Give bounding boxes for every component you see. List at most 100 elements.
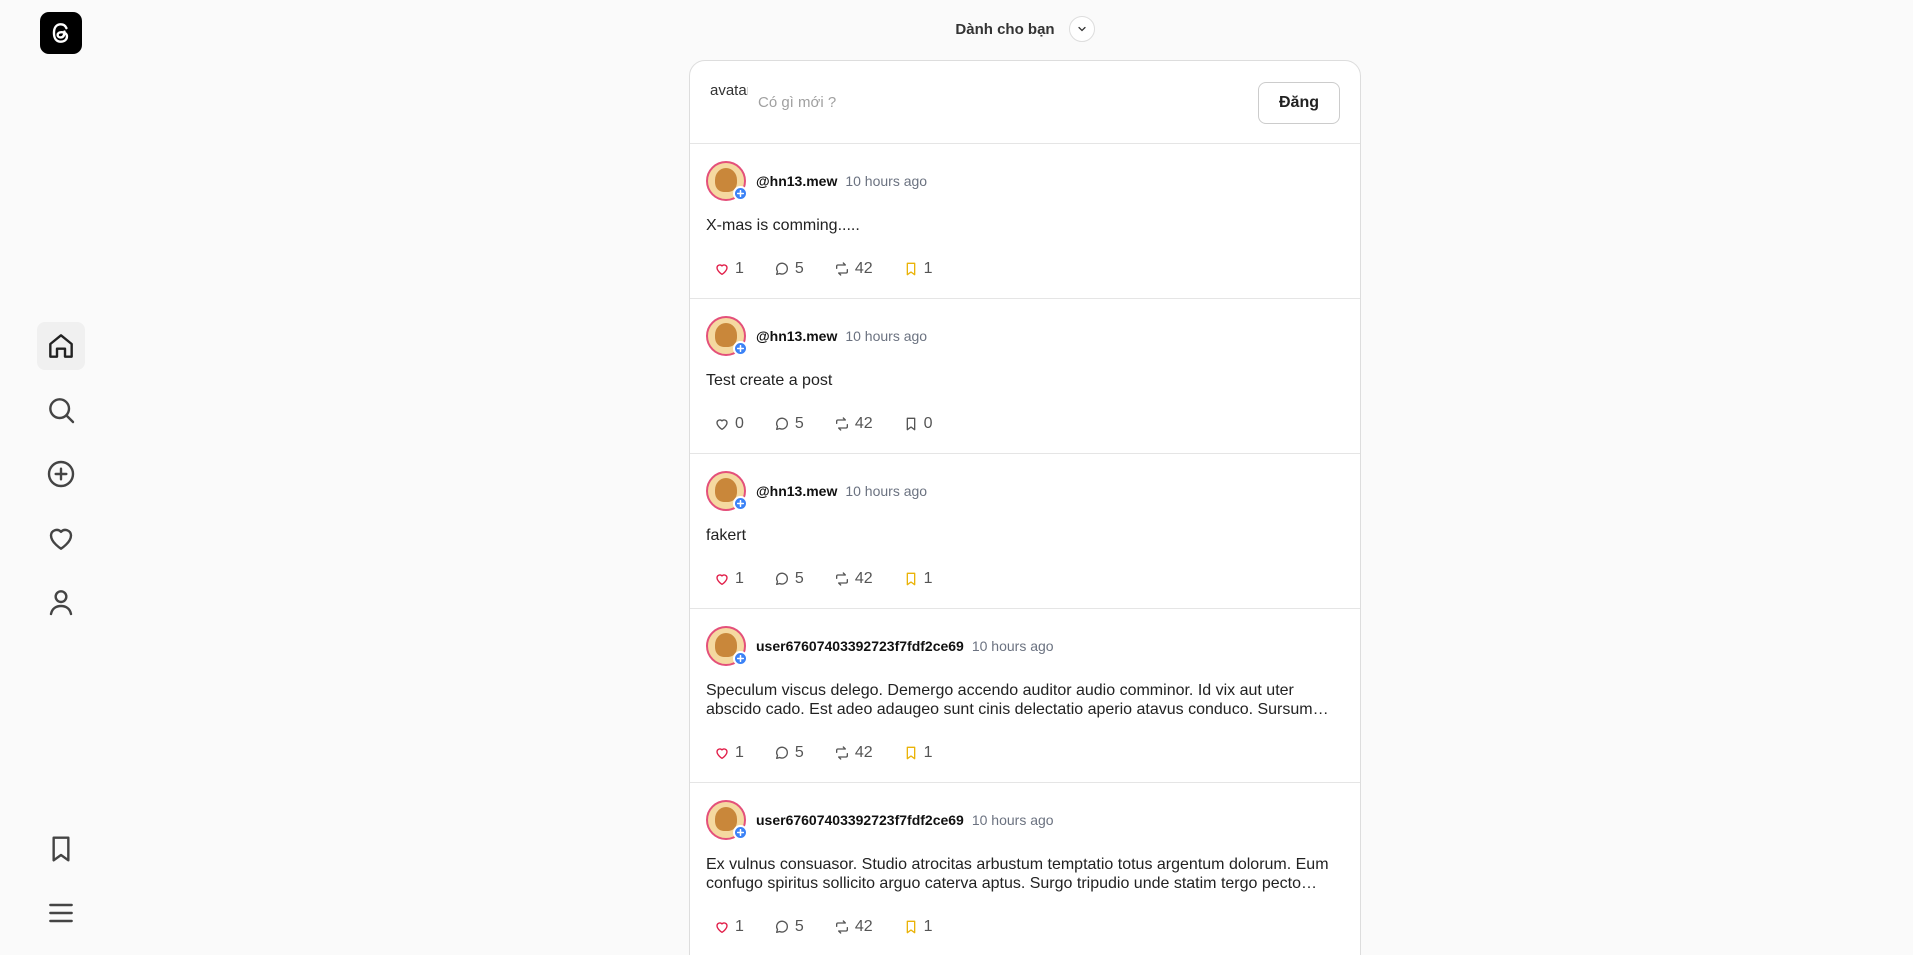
post-content: Speculum viscus delego. Demergo accendo … bbox=[706, 682, 1329, 718]
bookmark-icon bbox=[906, 920, 915, 934]
heart-icon bbox=[716, 574, 728, 585]
menu-icon bbox=[49, 903, 73, 923]
heart-icon bbox=[716, 922, 728, 933]
follow-badge-icon[interactable] bbox=[733, 824, 748, 840]
post-username[interactable]: @hn13.mew bbox=[756, 328, 837, 344]
save-button[interactable]: 1 bbox=[903, 260, 933, 278]
repost-button[interactable]: 42 bbox=[834, 570, 873, 588]
post-item[interactable]: user67607403392723f7fdf2ce69 10 hours ag… bbox=[690, 625, 1360, 783]
bookmark-icon bbox=[906, 417, 915, 431]
post-item[interactable]: @hn13.mew 10 hours ago X-mas is comming.… bbox=[690, 160, 1360, 299]
post-button[interactable]: Đăng bbox=[1258, 82, 1340, 124]
post-time: 10 hours ago bbox=[845, 172, 928, 189]
like-count: 1 bbox=[735, 744, 744, 761]
nav-menu[interactable] bbox=[37, 889, 85, 937]
like-button[interactable]: 1 bbox=[714, 260, 744, 278]
repost-button[interactable]: 42 bbox=[834, 918, 873, 936]
like-button[interactable]: 1 bbox=[714, 744, 744, 762]
like-count: 1 bbox=[735, 570, 744, 587]
like-button[interactable]: 1 bbox=[714, 570, 744, 588]
repost-icon bbox=[835, 746, 848, 760]
like-button[interactable]: 1 bbox=[714, 918, 744, 936]
bookmark-icon bbox=[906, 262, 915, 276]
post-content: X-mas is comming..... bbox=[706, 217, 860, 234]
comment-button[interactable]: 5 bbox=[774, 570, 804, 588]
feed-dropdown-button[interactable] bbox=[1068, 16, 1095, 42]
post-username[interactable]: @hn13.mew bbox=[756, 173, 837, 189]
post-content: fakert bbox=[706, 527, 747, 544]
comment-count: 5 bbox=[794, 570, 804, 587]
heart-icon bbox=[716, 419, 728, 430]
avatar[interactable] bbox=[706, 625, 748, 666]
heart-icon bbox=[49, 528, 73, 550]
bookmark-icon bbox=[906, 746, 915, 760]
repost-button[interactable]: 42 bbox=[834, 260, 873, 278]
like-button[interactable]: 0 bbox=[714, 415, 744, 433]
post-username[interactable]: user67607403392723f7fdf2ce69 bbox=[756, 638, 964, 654]
post-actions: 0 5 42 0 bbox=[706, 412, 1344, 436]
follow-badge-icon[interactable] bbox=[733, 340, 748, 356]
nav-saved[interactable] bbox=[37, 825, 85, 873]
follow-badge-icon[interactable] bbox=[733, 495, 748, 511]
nav-activity[interactable] bbox=[37, 514, 85, 562]
bookmark-icon bbox=[906, 572, 915, 586]
avatar[interactable] bbox=[706, 315, 748, 356]
post-item[interactable]: @hn13.mew 10 hours ago fakert 1 5 42 1 bbox=[690, 470, 1360, 609]
comment-count: 5 bbox=[794, 260, 804, 277]
search-icon bbox=[49, 398, 75, 424]
feed-title: Dành cho bạn bbox=[955, 20, 1055, 38]
post-time: 10 hours ago bbox=[845, 327, 928, 344]
post-item[interactable]: user67607403392723f7fdf2ce69 10 hours ag… bbox=[690, 799, 1360, 955]
save-button[interactable]: 0 bbox=[903, 415, 933, 433]
follow-badge-icon[interactable] bbox=[733, 650, 748, 666]
composer-avatar: avatar bbox=[710, 83, 748, 99]
nav-create[interactable] bbox=[37, 450, 85, 498]
post-username[interactable]: user67607403392723f7fdf2ce69 bbox=[756, 812, 964, 828]
post-content: Test create a post bbox=[706, 372, 833, 389]
avatar[interactable] bbox=[706, 160, 748, 201]
save-count: 0 bbox=[923, 415, 933, 432]
comment-icon bbox=[775, 572, 788, 585]
post-item[interactable]: @hn13.mew 10 hours ago Test create a pos… bbox=[690, 315, 1360, 454]
post-actions: 1 5 42 1 bbox=[706, 567, 1344, 591]
save-button[interactable]: 1 bbox=[903, 918, 933, 936]
save-count: 1 bbox=[923, 744, 933, 761]
comment-icon bbox=[775, 417, 788, 430]
heart-icon bbox=[716, 264, 728, 275]
save-button[interactable]: 1 bbox=[903, 744, 933, 762]
nav-search[interactable] bbox=[37, 386, 85, 434]
follow-badge-icon[interactable] bbox=[733, 185, 748, 201]
post-content: Ex vulnus consuasor. Studio atrocitas ar… bbox=[706, 856, 1329, 892]
bookmark-icon bbox=[52, 836, 70, 862]
comment-button[interactable]: 5 bbox=[774, 260, 804, 278]
nav-home[interactable] bbox=[37, 322, 85, 370]
avatar[interactable] bbox=[706, 470, 748, 511]
avatar[interactable] bbox=[706, 799, 748, 840]
feed: avatar Đăng @hn13.mew 10 hours ago X-mas… bbox=[689, 60, 1361, 955]
heart-icon bbox=[716, 748, 728, 759]
comment-count: 5 bbox=[794, 918, 804, 935]
like-count: 1 bbox=[735, 918, 744, 935]
composer-input[interactable] bbox=[758, 93, 1158, 111]
repost-icon bbox=[835, 572, 848, 586]
repost-count: 42 bbox=[854, 570, 873, 587]
comment-button[interactable]: 5 bbox=[774, 415, 804, 433]
plus-circle-icon bbox=[47, 460, 75, 488]
comment-button[interactable]: 5 bbox=[774, 744, 804, 762]
post-actions: 1 5 42 1 bbox=[706, 741, 1344, 765]
save-button[interactable]: 1 bbox=[903, 570, 933, 588]
comment-icon bbox=[775, 262, 788, 275]
composer: avatar Đăng bbox=[690, 61, 1360, 144]
save-count: 1 bbox=[923, 570, 933, 587]
home-icon bbox=[49, 334, 73, 358]
like-count: 1 bbox=[735, 260, 744, 277]
post-username[interactable]: @hn13.mew bbox=[756, 483, 837, 499]
repost-button[interactable]: 42 bbox=[834, 744, 873, 762]
comment-icon bbox=[775, 920, 788, 933]
comment-button[interactable]: 5 bbox=[774, 918, 804, 936]
nav-profile[interactable] bbox=[37, 578, 85, 626]
user-icon bbox=[49, 590, 73, 616]
comment-count: 5 bbox=[794, 744, 804, 761]
post-list: @hn13.mew 10 hours ago X-mas is comming.… bbox=[690, 160, 1360, 955]
repost-button[interactable]: 42 bbox=[834, 415, 873, 433]
